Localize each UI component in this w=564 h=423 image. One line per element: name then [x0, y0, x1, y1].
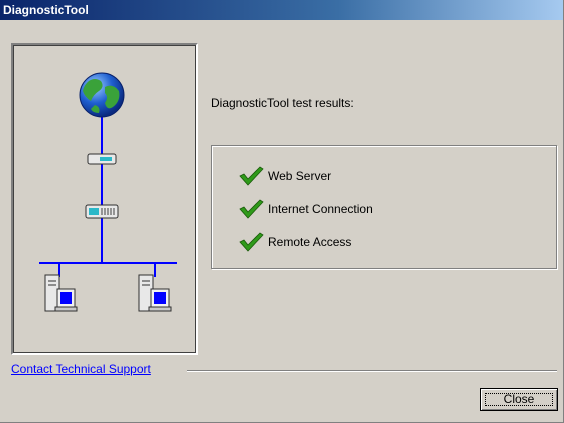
- workstation-icon: [44, 274, 78, 312]
- result-label: Internet Connection: [268, 202, 373, 216]
- result-item-internet-connection: Internet Connection: [238, 198, 373, 220]
- contact-support-link[interactable]: Contact Technical Support: [11, 362, 151, 376]
- workstation-icon: [138, 274, 172, 312]
- window-title: DiagnosticTool: [3, 3, 89, 17]
- close-button[interactable]: Close: [480, 388, 558, 411]
- results-panel: Web Server Internet Connection Remote Ac…: [211, 145, 557, 269]
- title-bar[interactable]: DiagnosticTool: [0, 0, 563, 20]
- globe-icon: [79, 72, 125, 118]
- router-icon: [85, 204, 119, 219]
- result-label: Web Server: [268, 169, 332, 183]
- dialog-window: DiagnosticTool DiagnosticTool test resul…: [0, 0, 564, 423]
- results-heading: DiagnosticTool test results:: [211, 96, 354, 110]
- close-button-label: Close: [503, 392, 535, 406]
- separator-line: [187, 370, 557, 372]
- green-checkmark-icon: [239, 166, 264, 186]
- result-label: Remote Access: [268, 235, 352, 249]
- modem-icon: [87, 153, 117, 165]
- support-row: Contact Technical Support: [11, 362, 557, 378]
- result-item-remote-access: Remote Access: [238, 231, 351, 253]
- green-checkmark-icon: [239, 232, 264, 252]
- green-checkmark-icon: [239, 199, 264, 219]
- network-diagram: [39, 72, 177, 312]
- result-item-web-server: Web Server: [238, 165, 331, 187]
- network-illustration: [11, 43, 198, 355]
